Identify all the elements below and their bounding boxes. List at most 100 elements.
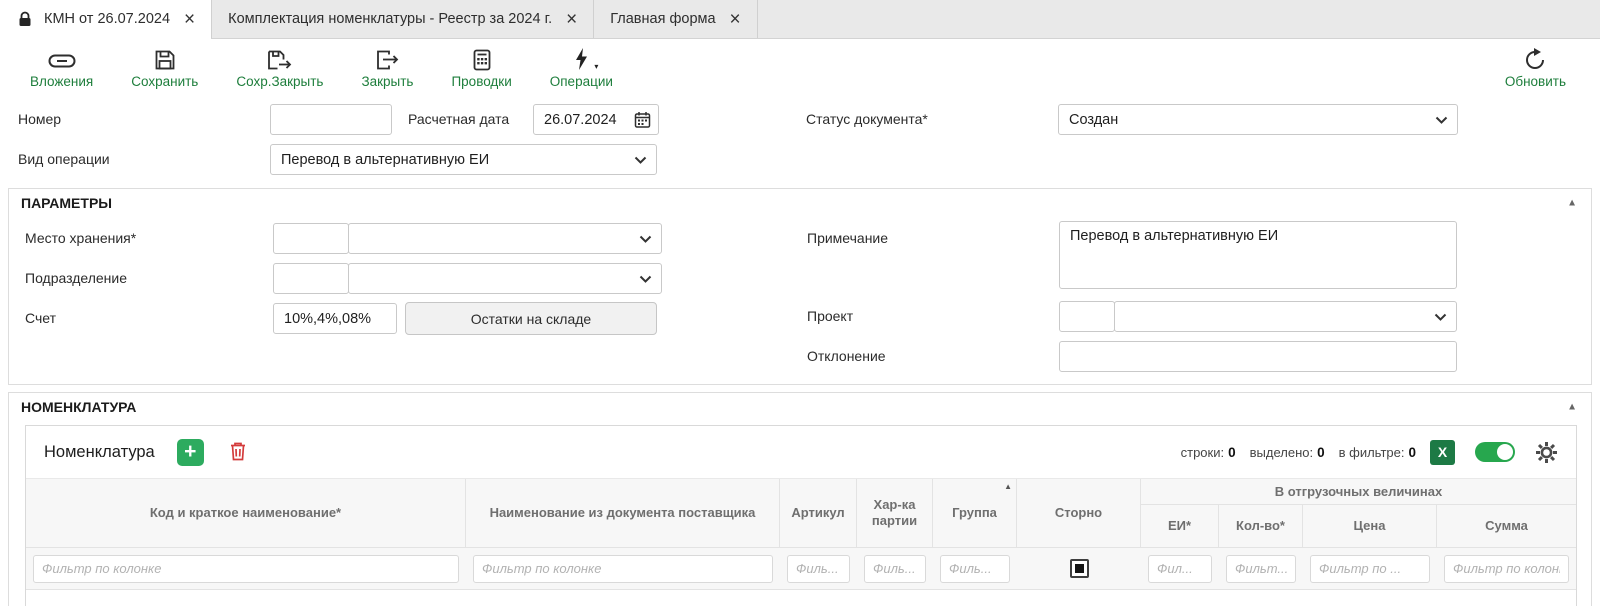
filter-input-batch[interactable] [864, 555, 926, 583]
column-header-sum[interactable]: Сумма [1437, 505, 1576, 547]
button-label: Операции [550, 74, 613, 89]
selected-count: 0 [1317, 445, 1325, 460]
button-label: Сохранить [131, 74, 198, 89]
operation-type-select[interactable]: Перевод в альтернативную ЕИ [270, 144, 657, 175]
chevron-down-icon [634, 156, 647, 164]
number-input[interactable] [270, 104, 392, 135]
calculator-icon [472, 45, 492, 71]
selected-stat: выделено:0 [1250, 445, 1325, 460]
nomenclature-title: НОМЕНКЛАТУРА [21, 399, 136, 415]
status-value: Создан [1069, 112, 1118, 128]
column-header-article[interactable]: Артикул [780, 479, 857, 547]
column-header-supplier-name[interactable]: Наименование из документа поставщика [466, 479, 780, 547]
column-header-storno[interactable]: Сторно [1017, 479, 1141, 547]
column-header-code-name[interactable]: Код и краткое наименование* [26, 479, 466, 547]
note-textarea[interactable]: Перевод в альтернативную ЕИ [1059, 221, 1457, 289]
grid-header-row: Код и краткое наименование* Наименование… [26, 478, 1576, 548]
refresh-button[interactable]: Обновить [1505, 45, 1566, 89]
tab-bar: КМН от 26.07.2024 × Комплектация номенкл… [0, 0, 1600, 39]
collapse-icon[interactable]: ▲ [1567, 402, 1577, 413]
rows-count: 0 [1228, 445, 1236, 460]
tab-close-icon[interactable]: × [566, 10, 577, 29]
column-header-price[interactable]: Цена [1303, 505, 1437, 547]
filter-input-unit[interactable] [1148, 555, 1212, 583]
column-header-quantity[interactable]: Кол-во* [1219, 505, 1303, 547]
lock-icon [16, 10, 34, 28]
shipping-units-group: В отгрузочных величинах ЕИ* Кол-во* Цена… [1141, 479, 1576, 547]
storage-select[interactable] [348, 223, 662, 254]
tab-close-icon[interactable]: × [184, 10, 195, 29]
storage-label: Место хранения* [25, 223, 136, 254]
department-code-input[interactable] [273, 263, 349, 294]
filter-input-group[interactable] [940, 555, 1010, 583]
collapse-icon[interactable]: ▲ [1567, 198, 1577, 209]
filter-input-quantity[interactable] [1226, 555, 1296, 583]
button-label: Вложения [30, 74, 93, 89]
button-label: Сохр.Закрыть [236, 74, 323, 89]
rows-stat: строки:0 [1181, 445, 1236, 460]
parameters-title: ПАРАМЕТРЫ [21, 195, 112, 211]
nomenclature-section: НОМЕНКЛАТУРА ▲ Номенклатура + строки:0 в… [8, 392, 1592, 606]
button-label: Обновить [1505, 74, 1566, 89]
column-header-group[interactable]: Группа▲ [933, 479, 1017, 547]
floppy-exit-icon [267, 45, 292, 71]
storno-filter-checkbox[interactable] [1070, 559, 1089, 578]
app-window: КМН от 26.07.2024 × Комплектация номенкл… [0, 0, 1600, 606]
parameters-header: ПАРАМЕТРЫ ▲ [9, 189, 1591, 217]
status-select[interactable]: Создан [1058, 104, 1458, 135]
tab-kmn-document[interactable]: КМН от 26.07.2024 × [0, 0, 212, 38]
filter-input-supplier-name[interactable] [473, 555, 773, 583]
calendar-icon[interactable] [634, 111, 651, 128]
refresh-icon [1523, 45, 1547, 71]
add-row-button[interactable]: + [177, 439, 204, 466]
parameters-section: ПАРАМЕТРЫ ▲ Место хранения* Подразделени… [8, 188, 1592, 385]
filter-input-sum[interactable] [1444, 555, 1569, 583]
gear-icon[interactable] [1535, 441, 1558, 464]
toggle-knob [1497, 444, 1513, 460]
filter-input-article[interactable] [787, 555, 850, 583]
floppy-icon [154, 45, 176, 71]
caret-down-icon: ▾ [594, 62, 598, 71]
filter-input-code-name[interactable] [33, 555, 459, 583]
tab-registry[interactable]: Комплектация номенклатуры - Реестр за 20… [212, 0, 594, 38]
deviation-label: Отклонение [807, 341, 886, 372]
project-code-input[interactable] [1059, 301, 1115, 332]
account-input[interactable] [273, 303, 397, 334]
document-toolbar: Вложения Сохранить Сохр.Закрыть Закрыть … [0, 40, 1600, 98]
button-label: Закрыть [361, 74, 413, 89]
attachment-icon [48, 45, 76, 71]
save-close-button[interactable]: Сохр.Закрыть [236, 45, 323, 89]
stock-balance-button[interactable]: Остатки на складе [405, 302, 657, 335]
filter-input-price[interactable] [1310, 555, 1430, 583]
button-label: Проводки [451, 74, 511, 89]
checkbox-indeterminate-mark [1075, 564, 1084, 573]
project-select[interactable] [1114, 301, 1457, 332]
filter-toggle[interactable] [1475, 442, 1515, 462]
postings-button[interactable]: Проводки [451, 45, 511, 89]
column-header-unit[interactable]: ЕИ* [1141, 505, 1219, 547]
storage-code-input[interactable] [273, 223, 349, 254]
operations-button[interactable]: ▾ Операции [550, 45, 613, 89]
attachments-button[interactable]: Вложения [30, 45, 93, 89]
delete-row-button[interactable] [228, 440, 248, 465]
deviation-input[interactable] [1059, 341, 1457, 372]
department-label: Подразделение [25, 263, 127, 294]
tab-main-form[interactable]: Главная форма × [594, 0, 757, 38]
note-label: Примечание [807, 223, 888, 254]
grid-filter-row [26, 548, 1576, 590]
calc-date-value: 26.07.2024 [544, 112, 617, 128]
tab-close-icon[interactable]: × [730, 10, 741, 29]
project-label: Проект [807, 301, 853, 332]
column-header-batch[interactable]: Хар-ка партии [857, 479, 933, 547]
trash-icon [228, 440, 248, 465]
calc-date-input[interactable]: 26.07.2024 [533, 104, 659, 135]
lightning-icon: ▾ [572, 45, 590, 71]
filtered-stat: в фильтре:0 [1339, 445, 1416, 460]
excel-export-button[interactable]: X [1430, 440, 1455, 465]
close-button[interactable]: Закрыть [361, 45, 413, 89]
door-exit-icon [375, 45, 399, 71]
save-button[interactable]: Сохранить [131, 45, 198, 89]
group-header-shipping-units: В отгрузочных величинах [1141, 479, 1576, 505]
tab-label: Комплектация номенклатуры - Реестр за 20… [228, 11, 552, 27]
department-select[interactable] [348, 263, 662, 294]
